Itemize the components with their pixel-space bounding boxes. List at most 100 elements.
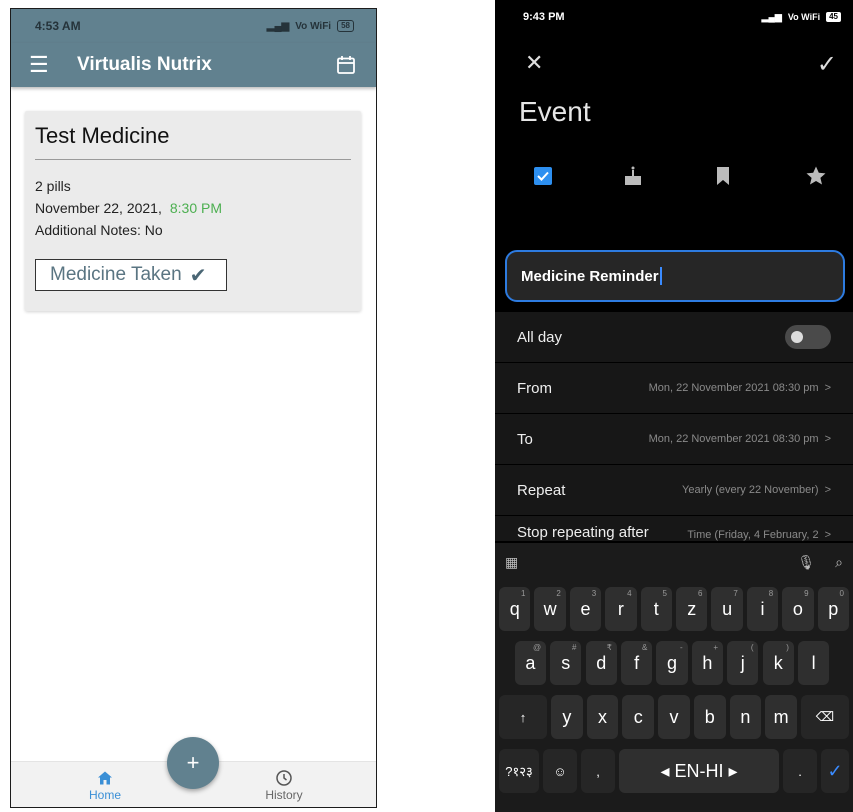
key-j[interactable]: j( bbox=[727, 641, 759, 685]
clock-icon bbox=[276, 770, 292, 786]
period-key[interactable]: . bbox=[783, 749, 817, 793]
key-t-hint: 5 bbox=[662, 589, 667, 598]
key-v[interactable]: v bbox=[658, 695, 690, 739]
key-u[interactable]: u7 bbox=[711, 587, 743, 631]
key-m[interactable]: m bbox=[765, 695, 797, 739]
from-date: Mon, 22 November 2021 08:30 pm bbox=[648, 382, 819, 394]
space-key-label: ◂ EN-HI ▸ bbox=[660, 760, 738, 781]
from-row[interactable]: From Mon, 22 November 2021 08:30 pm > bbox=[495, 363, 853, 414]
apps-grid-icon[interactable]: ▦ bbox=[505, 554, 518, 571]
comma-key-label: , bbox=[596, 763, 600, 779]
medicine-time: 8:30 PM bbox=[169, 200, 222, 216]
chevron-right-icon: > bbox=[824, 529, 831, 541]
emoji-key[interactable]: ☺ bbox=[543, 749, 577, 793]
key-p[interactable]: p0 bbox=[817, 587, 849, 631]
key-y[interactable]: y bbox=[551, 695, 583, 739]
key-r[interactable]: r4 bbox=[605, 587, 637, 631]
to-label: To bbox=[517, 430, 533, 448]
symbols-key-label: ?१२३ bbox=[505, 764, 533, 779]
add-medicine-button[interactable]: + bbox=[167, 737, 219, 789]
calendar-icon[interactable] bbox=[336, 55, 356, 75]
key-z-hint: 6 bbox=[697, 589, 703, 598]
key-n[interactable]: n bbox=[729, 695, 762, 739]
key-z-label: z bbox=[687, 598, 697, 619]
key-e[interactable]: e3 bbox=[569, 587, 602, 631]
medicine-taken-button[interactable]: Medicine Taken ✔ bbox=[35, 259, 227, 291]
key-m-label: m bbox=[773, 706, 789, 727]
key-t-label: t bbox=[653, 598, 659, 619]
key-d-label: d bbox=[596, 652, 607, 673]
app-bar: ☰ Virtualis Nutrix bbox=[11, 43, 376, 87]
chevron-right-icon: > bbox=[824, 484, 831, 496]
key-f[interactable]: f & bbox=[620, 641, 653, 685]
all-day-toggle[interactable] bbox=[785, 325, 831, 349]
stop-repeating-label: Stop repeating after bbox=[517, 524, 649, 541]
key-q[interactable]: q1 bbox=[499, 587, 531, 631]
key-e-label: e bbox=[580, 598, 591, 619]
key-g[interactable]: g- bbox=[656, 641, 688, 685]
search-icon[interactable]: ⌕ bbox=[835, 554, 843, 571]
nav-home[interactable]: Home bbox=[65, 768, 145, 802]
cake-icon[interactable] bbox=[621, 164, 645, 188]
key-a[interactable]: a @ bbox=[514, 641, 547, 685]
close-icon[interactable]: ✕ bbox=[525, 50, 543, 76]
event-title-input[interactable]: Medicine Reminder bbox=[505, 250, 845, 302]
key-i-hint: 8 bbox=[768, 589, 774, 598]
key-f-label: f bbox=[634, 652, 640, 673]
card-divider bbox=[35, 159, 351, 160]
keyboard-toolbar: ▦ 🎙 ⌕ bbox=[495, 543, 853, 581]
backspace-key[interactable]: ⌫ bbox=[801, 695, 849, 739]
bookmark-icon[interactable] bbox=[711, 164, 735, 188]
stop-repeating-value: Time (Friday, 4 February, 2 > bbox=[687, 529, 831, 541]
key-d[interactable]: d ₹ bbox=[585, 641, 617, 685]
status-time: 4:53 AM bbox=[35, 19, 81, 33]
space-key[interactable]: ◂ EN-HI ▸ bbox=[619, 749, 779, 793]
key-h-label: h bbox=[702, 652, 713, 673]
from-label: From bbox=[517, 379, 552, 397]
key-k[interactable]: k) bbox=[762, 641, 794, 685]
key-o-label: o bbox=[792, 598, 803, 619]
shift-key-label: ↑ bbox=[519, 709, 527, 725]
symbols-key[interactable]: ?१२३ bbox=[499, 749, 539, 793]
key-x[interactable]: x bbox=[586, 695, 619, 739]
key-b[interactable]: b bbox=[693, 695, 726, 739]
event-details-list: All day From Mon, 22 November 2021 08:30… bbox=[495, 312, 853, 542]
backspace-key-label: ⌫ bbox=[815, 709, 835, 724]
all-day-row[interactable]: All day bbox=[495, 312, 853, 363]
key-w[interactable]: w2 bbox=[534, 587, 566, 631]
key-k-hint: ) bbox=[786, 643, 789, 652]
checkbox-icon[interactable] bbox=[531, 164, 555, 188]
status-bar: 9:43 PM ▂▄▆ Vo WiFi 45 bbox=[495, 0, 853, 34]
key-l[interactable]: l bbox=[797, 641, 830, 685]
medicine-date: November 22, 2021, bbox=[35, 200, 162, 216]
key-v-label: v bbox=[669, 706, 679, 727]
repeat-row[interactable]: Repeat Yearly (every 22 November) > bbox=[495, 465, 853, 516]
enter-key[interactable]: ✓ bbox=[821, 749, 849, 793]
event-title-value: Medicine Reminder bbox=[521, 267, 659, 285]
confirm-icon[interactable]: ✓ bbox=[817, 50, 837, 79]
stop-repeating-row[interactable]: Stop repeating after Time (Friday, 4 Feb… bbox=[495, 516, 853, 542]
menu-icon[interactable]: ☰ bbox=[29, 52, 59, 78]
battery-icon: 58 bbox=[337, 20, 354, 32]
key-j-label: j bbox=[740, 652, 745, 673]
key-c[interactable]: c bbox=[622, 695, 655, 739]
key-h[interactable]: h + bbox=[691, 641, 724, 685]
shift-key[interactable]: ↑ bbox=[499, 695, 547, 739]
key-i[interactable]: i8 bbox=[746, 587, 779, 631]
key-p-label: p bbox=[828, 598, 839, 619]
microphone-icon[interactable]: 🎙 bbox=[797, 554, 815, 571]
app-title: Virtualis Nutrix bbox=[77, 54, 212, 75]
page-title: Event bbox=[519, 96, 591, 127]
star-icon[interactable] bbox=[804, 164, 828, 188]
to-date: Mon, 22 November 2021 08:30 pm bbox=[648, 433, 819, 445]
battery-icon: 45 bbox=[826, 12, 841, 22]
comma-key[interactable]: , bbox=[581, 749, 615, 793]
key-t[interactable]: t5 bbox=[640, 587, 672, 631]
key-z[interactable]: z6 bbox=[676, 587, 708, 631]
key-s[interactable]: s # bbox=[550, 641, 582, 685]
key-a-label: a bbox=[525, 652, 536, 673]
key-q-hint: 1 bbox=[520, 589, 526, 598]
key-o[interactable]: o9 bbox=[782, 587, 814, 631]
nav-history[interactable]: History bbox=[244, 768, 324, 802]
to-row[interactable]: To Mon, 22 November 2021 08:30 pm > bbox=[495, 414, 853, 465]
